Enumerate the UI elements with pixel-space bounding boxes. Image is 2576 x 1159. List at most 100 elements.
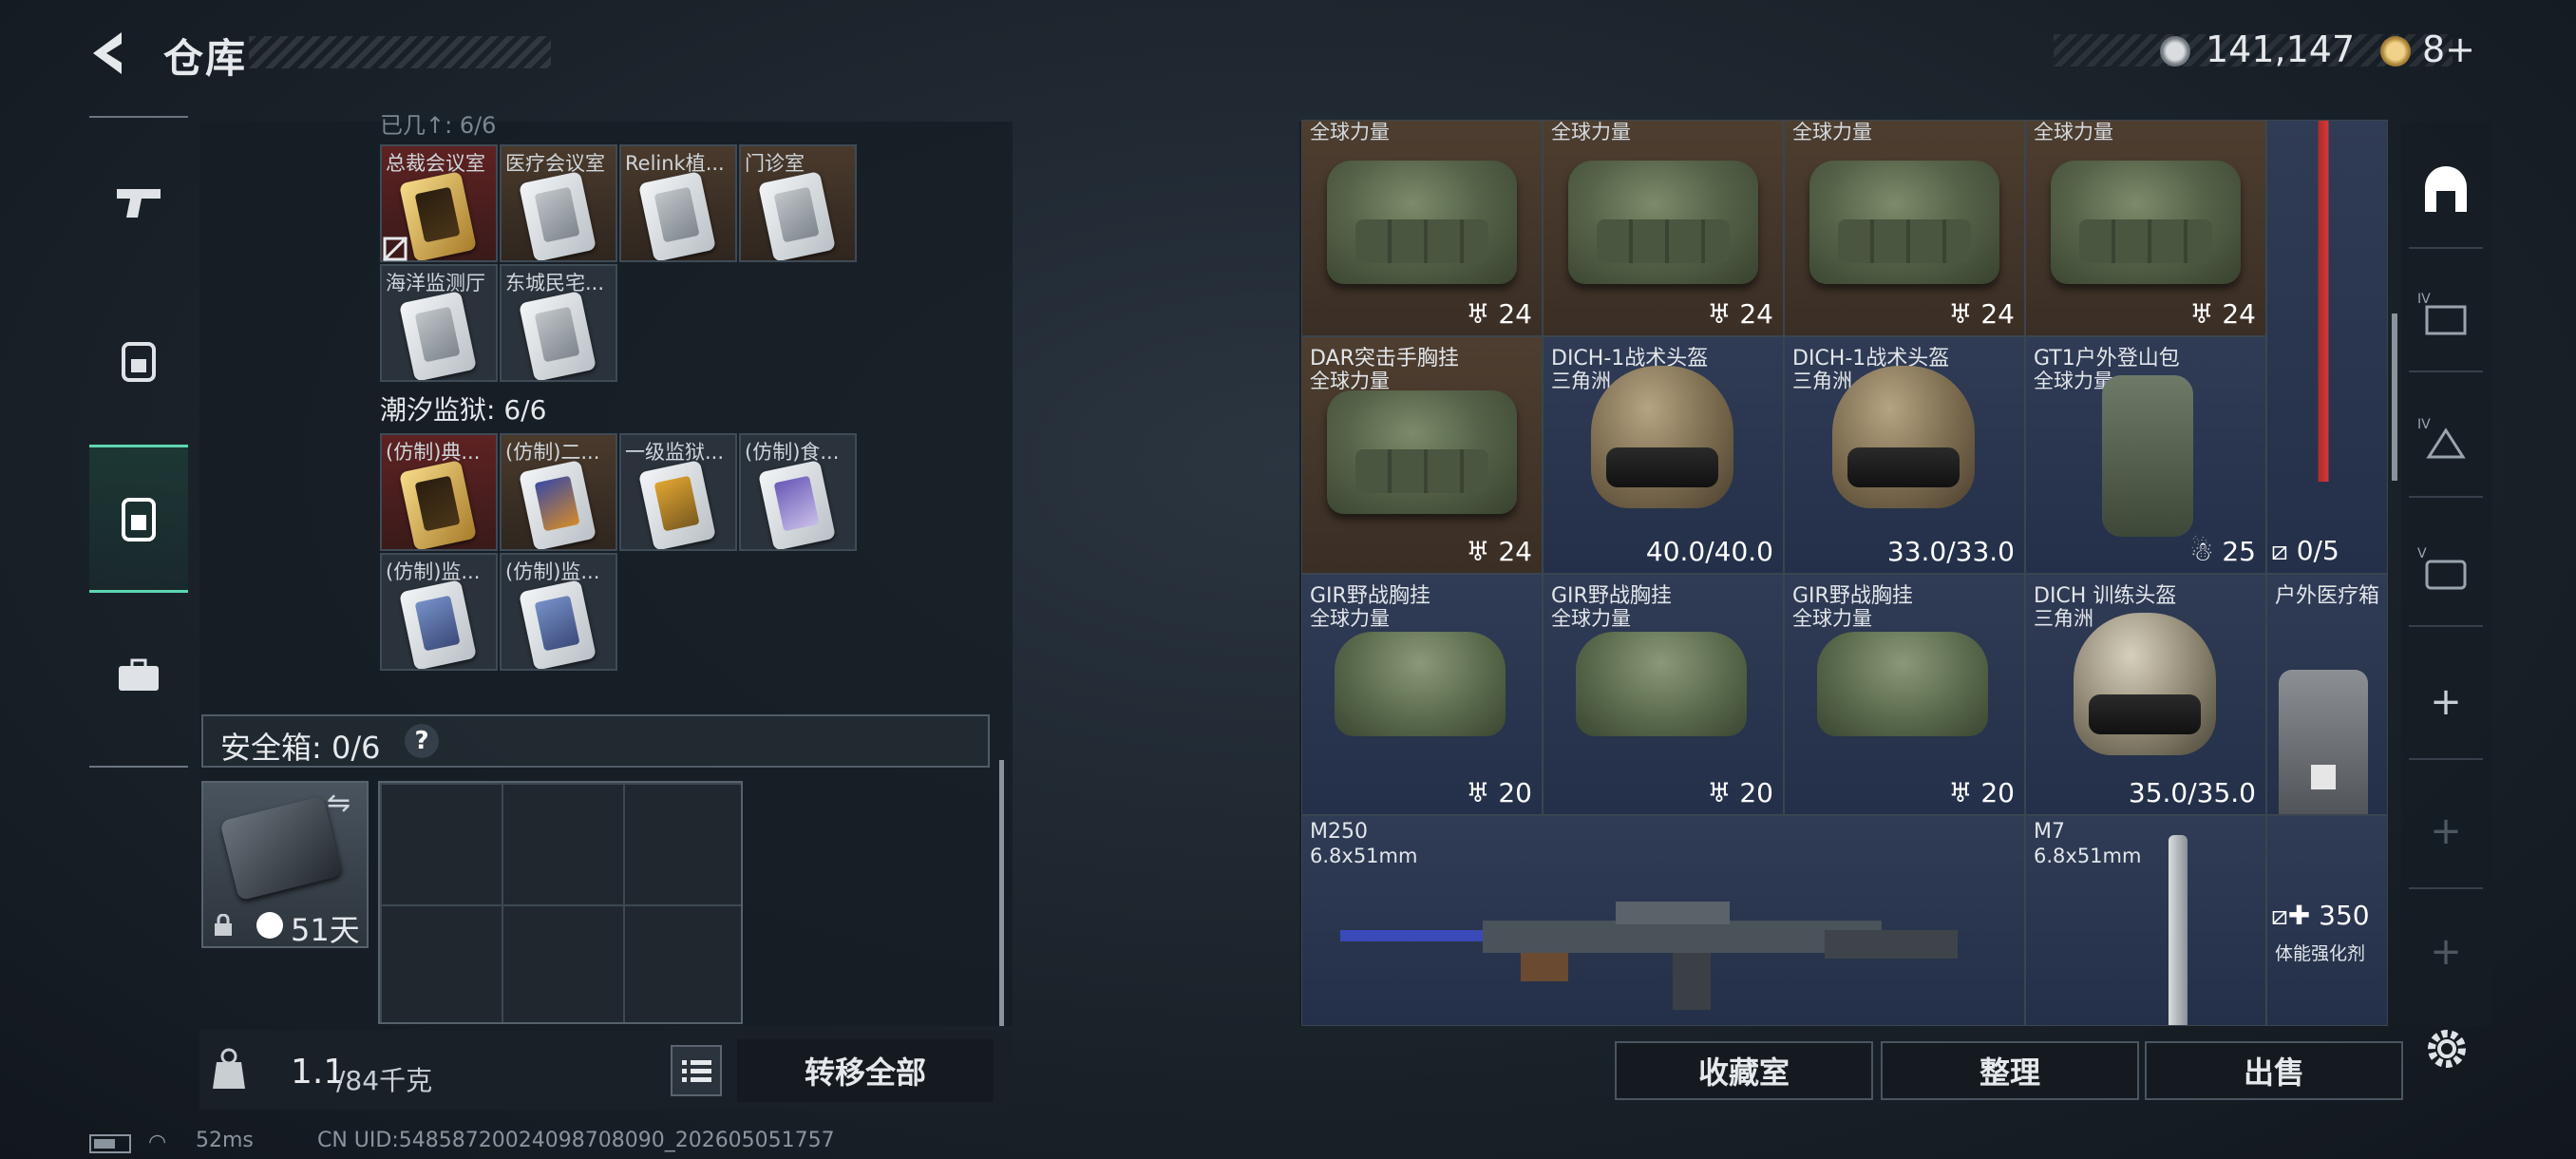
durability-count: ♅ 20 <box>1466 777 1532 808</box>
svg-text:IV: IV <box>2417 292 2431 307</box>
battery-icon <box>89 1134 131 1153</box>
warehouse-icon <box>2425 166 2467 212</box>
keycard-slot[interactable]: 医疗会议室 <box>500 144 617 262</box>
safe-box-remaining-days: 51天 <box>291 912 360 948</box>
storage-item-stimulant[interactable]: ⧄✚ 350 体能强化剂 <box>2266 815 2388 1026</box>
durability-count: ♅ 20 <box>1707 777 1773 808</box>
durability-count: ♅ 24 <box>1707 298 1773 330</box>
plus-icon: + <box>2430 809 2462 853</box>
silver-coin-icon <box>2160 36 2190 66</box>
collection-room-button[interactable]: 收藏室 <box>1615 1041 1873 1100</box>
storage-tab-main[interactable] <box>2409 135 2483 249</box>
keycard-slot[interactable]: (仿制)二... <box>500 433 617 551</box>
backpack-lock-icon <box>122 342 156 382</box>
storage-tab-4[interactable]: IV <box>2409 258 2483 372</box>
durability-count: ♅ 20 <box>1948 777 2015 808</box>
storage-item-backpack[interactable]: GT1户外登山包 全球力量 ☃ 25 <box>2025 336 2266 574</box>
wifi-icon: ◠ <box>148 1130 167 1154</box>
storage-item-bag[interactable]: 全球力量 ♅ 24 <box>1784 120 2025 336</box>
keycard-slot[interactable]: (仿制)监... <box>380 553 498 671</box>
storage-item-bag[interactable]: 全球力量 ♅ 24 <box>2025 120 2266 336</box>
storage-scrollbar[interactable] <box>2392 314 2397 481</box>
storage-tab-5[interactable]: IV <box>2409 384 2483 498</box>
armor-durability: 35.0/35.0 <box>2128 777 2256 808</box>
svg-text:IV: IV <box>2417 417 2431 432</box>
list-icon <box>682 1060 711 1082</box>
gear-icon[interactable] <box>2420 1022 2473 1075</box>
storage-item-machine-gun[interactable]: M250 6.8x51mm <box>1301 815 2025 1026</box>
nav-gear[interactable] <box>89 289 188 431</box>
storage-tab-6[interactable]: V <box>2409 513 2483 627</box>
sort-button[interactable]: 整理 <box>1881 1041 2139 1100</box>
add-storage-tab[interactable]: + <box>2409 646 2483 760</box>
storage-item-med-kit[interactable]: 户外医疗箱 <box>2266 574 2388 815</box>
add-storage-tab-locked[interactable]: + <box>2409 904 2483 999</box>
keycard-slot[interactable]: Relink植... <box>619 144 737 262</box>
armor-durability: 33.0/33.0 <box>1886 536 2015 567</box>
back-arrow-icon <box>93 32 122 74</box>
storage-item-chest-rig[interactable]: GIR野战胸挂 全球力量 ♅ 20 <box>1784 574 2025 815</box>
storage-item-helmet[interactable]: DICH-1战术头盔 三角洲 33.0/33.0 <box>1784 336 2025 574</box>
storage-item-magazine[interactable]: M7 6.8x51mm <box>2025 815 2266 1026</box>
keycard-icon <box>122 498 156 542</box>
weight-icon <box>213 1048 245 1089</box>
keycard-slot[interactable]: 东城民宅... <box>500 264 617 382</box>
add-storage-tab-locked[interactable]: + <box>2409 775 2483 889</box>
stimulant-count: ⧄✚ 350 <box>2271 900 2370 931</box>
title-decoration <box>249 36 551 68</box>
back-button[interactable] <box>84 27 141 80</box>
durability-count: ♅ 24 <box>1948 298 2015 330</box>
silver-coin-amount: 141,147 <box>2206 28 2356 70</box>
durability-count: ♅ 24 <box>1466 536 1532 567</box>
plus-icon: + <box>2430 680 2462 724</box>
armor-durability: 40.0/40.0 <box>1645 536 1773 567</box>
keycard-slot[interactable]: 一级监狱... <box>619 433 737 551</box>
no-bind-icon <box>382 236 408 262</box>
folder-tier4-icon: IV <box>2417 292 2467 335</box>
safe-box-label: 安全箱: 0/6 <box>220 730 381 766</box>
sniper-rifle-image <box>2271 121 2376 482</box>
storage-item-bag[interactable]: 全球力量 ♅ 24 <box>1301 120 1543 336</box>
user-id: CN UID:5485872002409870809​0_20260505175… <box>317 1129 835 1152</box>
transfer-all-button[interactable]: 转移全部 <box>737 1039 994 1102</box>
ping-readout: 52ms <box>196 1129 254 1152</box>
storage-item-chest-rig[interactable]: GIR野战胸挂 全球力量 ♅ 20 <box>1543 574 1784 815</box>
keycard-slot[interactable]: 门诊室 <box>739 144 857 262</box>
plus-icon: + <box>2430 930 2462 974</box>
keycard-group-header: 已几↑: 6/6 <box>380 112 497 139</box>
durability-count: ♅ 24 <box>2189 298 2256 330</box>
helmet-tier4-icon: IV <box>2417 417 2466 459</box>
storage-item-chest-rig[interactable]: DAR突击手胸挂 全球力量 ♅ 24 <box>1301 336 1543 574</box>
keycard-slot[interactable]: (仿制)典... <box>380 433 498 551</box>
safe-box-grid[interactable] <box>378 781 743 1024</box>
pistol-icon <box>117 189 161 218</box>
help-button[interactable]: ? <box>405 724 439 758</box>
clock-icon <box>256 912 283 939</box>
case-tier5-icon: V <box>2417 546 2467 590</box>
machine-gun-image <box>1340 902 1958 1010</box>
list-view-button[interactable] <box>671 1045 722 1096</box>
page-title: 仓库 <box>163 35 248 82</box>
storage-item-chest-rig[interactable]: GIR野战胸挂 全球力量 ♅ 20 <box>1301 574 1543 815</box>
storage-item-helmet[interactable]: DICH-1战术头盔 三角洲 40.0/40.0 <box>1543 336 1784 574</box>
storage-item-bag[interactable]: 全球力量 ♅ 24 <box>1543 120 1784 336</box>
sniper-attachment-count: ⧄ 0/5 <box>2271 535 2339 566</box>
nav-keycards[interactable] <box>89 445 188 593</box>
keycard-slot[interactable]: (仿制)监... <box>500 553 617 671</box>
nav-weapons[interactable] <box>89 131 188 274</box>
gold-coin-icon <box>2380 36 2411 66</box>
gold-coin-amount[interactable]: 8+ <box>2422 28 2475 70</box>
weight-max: /84千克 <box>336 1065 433 1096</box>
lock-icon <box>215 914 232 936</box>
keycard-slot[interactable]: (仿制)食... <box>739 433 857 551</box>
swap-icon[interactable]: ⇋ <box>327 787 350 820</box>
container-scrollbar[interactable] <box>999 760 1004 1026</box>
storage-item-sniper-rifle[interactable]: ⧄ 0/5 <box>2266 120 2388 574</box>
sell-button[interactable]: 出售 <box>2145 1041 2403 1100</box>
keycard-slot[interactable]: 海洋监测厅 <box>380 264 498 382</box>
nav-supplies[interactable] <box>89 604 188 747</box>
svg-text:V: V <box>2417 546 2427 561</box>
durability-count: ♅ 24 <box>1466 298 1532 330</box>
storage-item-helmet[interactable]: DICH 训练头盔 三角洲 35.0/35.0 <box>2025 574 2266 815</box>
keycard-group-title: 潮汐监狱: 6/6 <box>380 394 547 426</box>
